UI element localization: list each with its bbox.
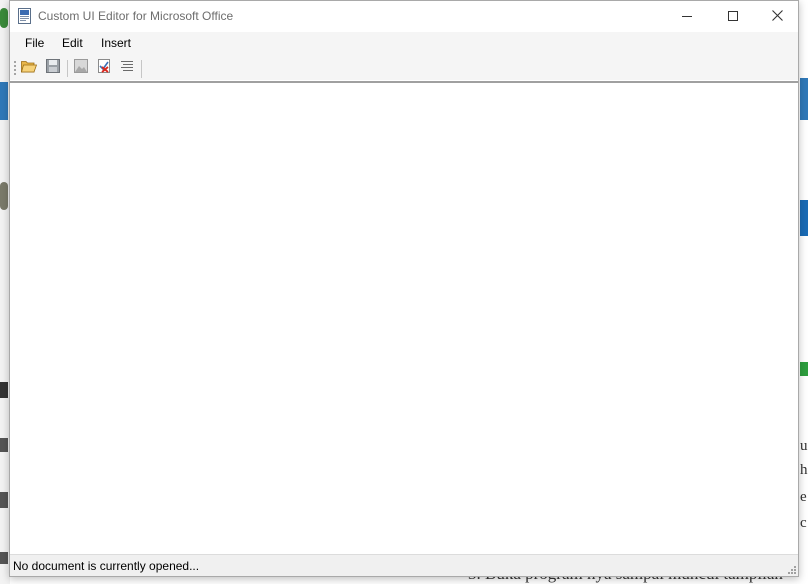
- validate-button[interactable]: [95, 58, 113, 78]
- app-icon: [18, 8, 31, 24]
- background-text-fragment: h: [800, 462, 808, 478]
- title-bar[interactable]: Custom UI Editor for Microsoft Office: [10, 1, 798, 32]
- background-text-fragment: e: [800, 489, 807, 505]
- image-icon: [74, 58, 88, 78]
- menu-bar: File Edit Insert: [10, 32, 798, 56]
- menu-file[interactable]: File: [25, 36, 44, 50]
- custom-ui-editor-window: Custom UI Editor for Microsoft Office Fi…: [9, 0, 799, 577]
- validate-check-icon: [97, 58, 111, 78]
- close-button[interactable]: [754, 1, 800, 32]
- format-button[interactable]: [118, 59, 136, 77]
- save-button[interactable]: [44, 58, 62, 78]
- status-bar: No document is currently opened...: [10, 554, 798, 576]
- resize-grip-icon[interactable]: [785, 563, 796, 574]
- window-title: Custom UI Editor for Microsoft Office: [38, 9, 234, 23]
- format-lines-icon: [120, 59, 134, 77]
- save-disk-icon: [46, 58, 60, 78]
- open-button[interactable]: [20, 59, 38, 77]
- maximize-button[interactable]: [710, 1, 756, 32]
- background-text-fragment: u: [800, 438, 808, 454]
- menu-edit[interactable]: Edit: [62, 36, 83, 50]
- close-icon: [771, 8, 783, 26]
- maximize-icon: [728, 8, 738, 26]
- toolbar-separator: [67, 60, 68, 77]
- background-text-fragment: c: [800, 515, 807, 531]
- toolbar-end-separator: [141, 60, 142, 78]
- toolbar: [10, 56, 798, 80]
- status-text: No document is currently opened...: [13, 559, 200, 573]
- toolbar-grip[interactable]: [14, 60, 16, 76]
- insert-icons-button[interactable]: [72, 58, 90, 78]
- folder-open-icon: [20, 59, 38, 78]
- menu-insert[interactable]: Insert: [101, 36, 131, 50]
- document-editor-area[interactable]: [10, 81, 798, 552]
- minimize-icon: [682, 8, 692, 26]
- minimize-button[interactable]: [664, 1, 710, 32]
